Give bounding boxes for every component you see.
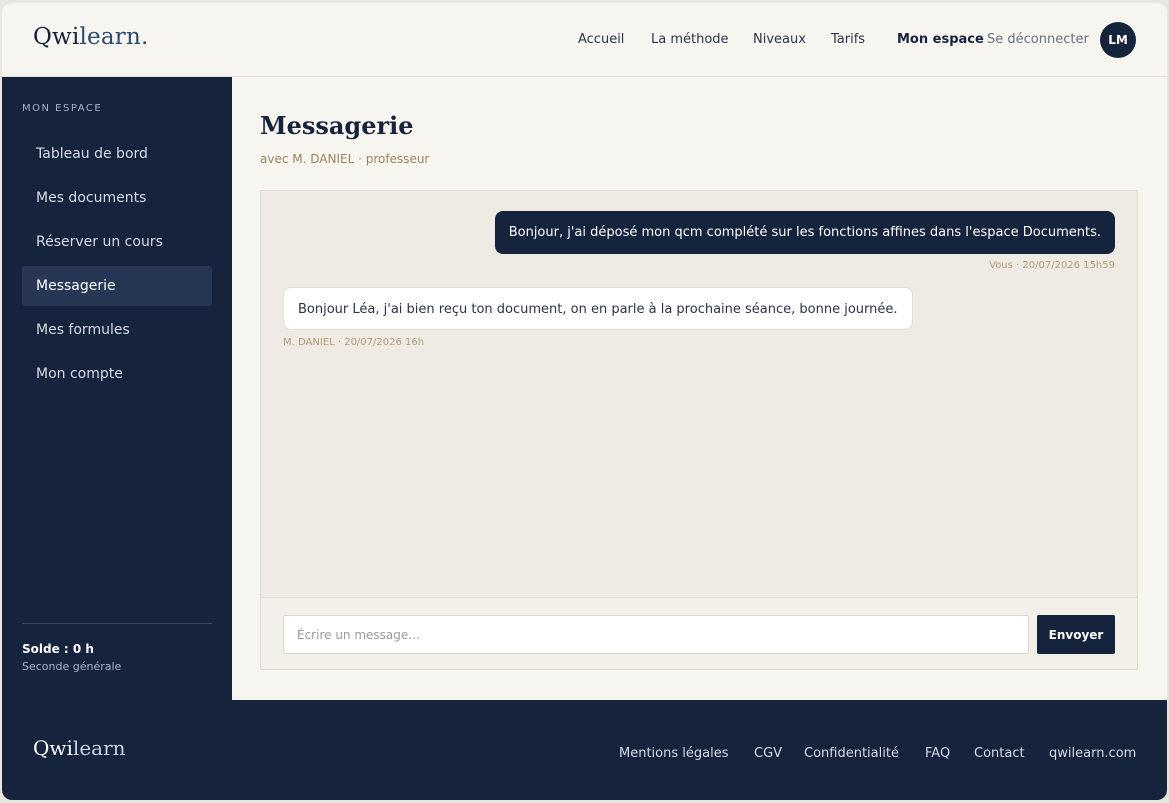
send-button[interactable]: Envoyer [1037,615,1115,654]
level-label: Seconde générale [22,660,122,673]
message-composer: Envoyer [261,597,1137,669]
sidebar: MON ESPACE Tableau de bord Mes documents… [2,77,232,700]
sidebar-divider [22,623,212,624]
sidebar-item-tableau-de-bord[interactable]: Tableau de bord [22,134,212,174]
top-header: Qwilearn. Accueil La méthode Niveaux Tar… [2,3,1167,77]
message-meta-received: M. DANIEL · 20/07/2026 16h [283,337,425,348]
sidebar-item-messagerie[interactable]: Messagerie [22,266,212,306]
avatar[interactable]: LM [1100,22,1136,58]
nav-link-tarifs[interactable]: Tarifs [831,32,865,47]
nav-link-accueil[interactable]: Accueil [578,32,624,47]
sidebar-title: MON ESPACE [22,103,103,114]
nav-link-mon-espace[interactable]: Mon espace [897,32,984,47]
sidebar-item-mes-formules[interactable]: Mes formules [22,310,212,350]
nav-link-niveaux[interactable]: Niveaux [753,32,806,47]
sidebar-item-mes-documents[interactable]: Mes documents [22,178,212,218]
message-input[interactable] [283,615,1029,654]
balance-label: Solde : 0 h [22,642,94,656]
message-bubble-sent: Bonjour, j'ai déposé mon qcm complété su… [494,211,1115,254]
sidebar-item-reserver-cours[interactable]: Réserver un cours [22,222,212,262]
footer-link-faq[interactable]: FAQ [925,746,950,761]
nav-link-methode[interactable]: La méthode [651,32,729,47]
message-meta-sent: Vous · 20/07/2026 15h59 [989,260,1115,271]
conversation-subtitle: avec M. DANIEL · professeur [260,152,430,166]
message-bubble-received: Bonjour Léa, j'ai bien reçu ton document… [283,287,913,330]
main-nav: Accueil La méthode Niveaux Tarifs Mon es… [2,32,1167,52]
chat-panel: Bonjour, j'ai déposé mon qcm complété su… [260,190,1138,670]
footer: Qwilearn Mentions légales CGV Confidenti… [2,700,1167,800]
logout-link[interactable]: Se déconnecter [987,32,1089,47]
page-title: Messagerie [260,111,414,140]
footer-link-mentions[interactable]: Mentions légales [619,746,728,761]
footer-link-confidentialite[interactable]: Confidentialité [804,746,899,761]
footer-link-cgv[interactable]: CGV [754,746,782,761]
footer-logo-accent: learn [72,736,126,760]
sidebar-item-mon-compte[interactable]: Mon compte [22,354,212,394]
footer-link-contact[interactable]: Contact [974,746,1025,761]
app-frame: Qwilearn. Accueil La méthode Niveaux Tar… [2,3,1167,800]
footer-logo-main: Qwi [33,736,73,760]
footer-logo[interactable]: Qwilearn [33,736,126,760]
footer-link-site[interactable]: qwilearn.com [1049,746,1136,761]
